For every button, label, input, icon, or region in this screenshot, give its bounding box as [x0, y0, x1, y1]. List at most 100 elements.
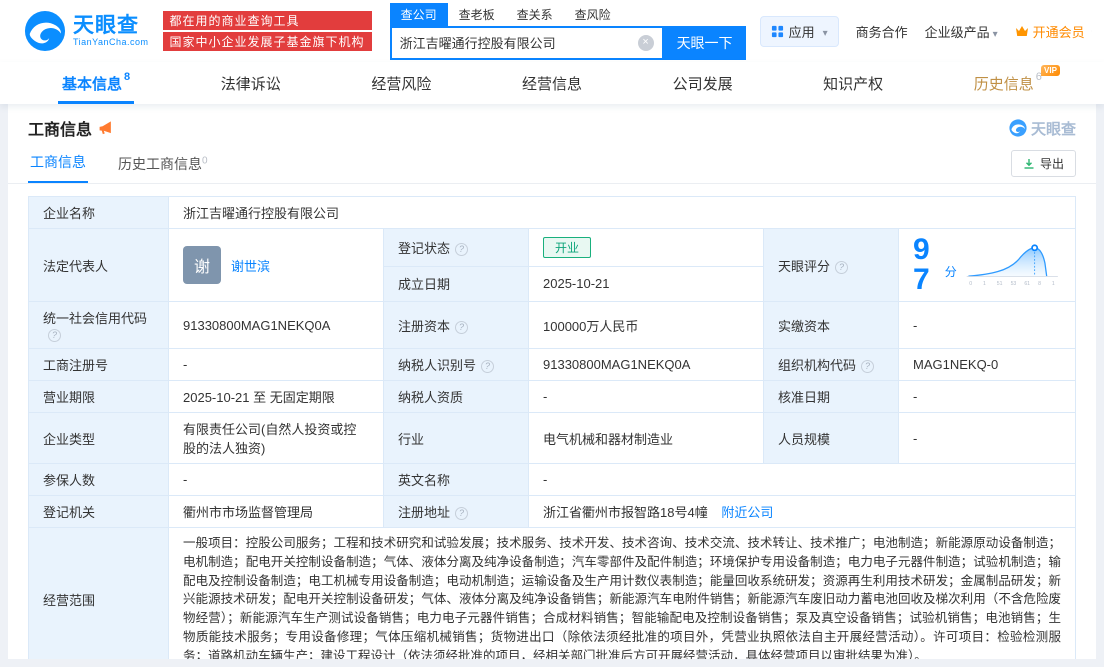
search-tab-company[interactable]: 查公司 — [389, 2, 448, 26]
info-icon[interactable] — [861, 360, 875, 373]
info-icon[interactable] — [455, 242, 469, 256]
field-value-staff-size: - — [898, 412, 1076, 464]
field-value-company-name: 浙江吉曜通行控股有限公司 — [168, 196, 1076, 229]
promo-line-2: 国家中小企业发展子基金旗下机构 — [162, 32, 372, 51]
field-value-business-scope: 一般项目：控股公司服务；工程和技术研究和试验发展；技术服务、技术开发、技术咨询、… — [168, 526, 1076, 659]
nav-business-cooperation[interactable]: 商务合作 — [856, 22, 908, 41]
field-label-reg-capital: 注册资本 — [383, 301, 529, 349]
company-section-tabs: 基本信息 8 法律诉讼 经营风险 经营信息 公司发展 知识产权 VIP 历史信息 6 — [0, 62, 1104, 104]
logo-subtitle: TianYanCha.com — [73, 37, 149, 48]
field-label-reg-status: 登记状态 — [383, 228, 529, 267]
legal-rep-name-link[interactable]: 谢世滨 — [231, 256, 270, 275]
legal-rep-avatar[interactable]: 谢 — [183, 246, 221, 284]
grid-icon — [771, 25, 783, 37]
apps-menu-label: 应用 — [788, 24, 815, 40]
vip-label: 开通会员 — [1032, 24, 1085, 40]
tab-operation-info[interactable]: 经营信息 — [522, 62, 582, 104]
tab-company-development[interactable]: 公司发展 — [673, 62, 733, 104]
business-info-table: 企业名称 浙江吉曜通行控股有限公司 法定代表人 谢 谢世滨 登记状态 开业 天眼… — [28, 196, 1076, 659]
tab-operation-label: 经营信息 — [521, 75, 582, 93]
search-button[interactable]: 天眼一下 — [663, 25, 746, 60]
chevron-down-icon — [1089, 24, 1092, 39]
tab-basic-info[interactable]: 基本信息 8 — [57, 62, 135, 104]
export-button[interactable]: 导出 — [1010, 150, 1076, 177]
row-insured-count: 参保人数 - 英文名称 - — [28, 463, 1076, 496]
status-badge: 开业 — [543, 236, 592, 258]
nav-enterprise-products[interactable]: 企业级产品 — [925, 22, 998, 41]
tab-history-count: 6 — [1035, 71, 1042, 83]
nav-upgrade-vip[interactable]: 开通会员 — [1015, 22, 1092, 41]
svg-text:1: 1 — [1052, 281, 1055, 287]
info-icon[interactable] — [455, 320, 469, 334]
search-row: 天眼一下 — [389, 25, 746, 60]
tab-history-info[interactable]: VIP 历史信息 6 — [974, 62, 1060, 104]
field-value-company-type: 有限责任公司(自然人投资或控股的法人独资) — [168, 412, 384, 464]
site-logo[interactable]: 天眼查 TianYanCha.com — [24, 10, 149, 52]
field-value-approval-date: - — [898, 380, 1076, 413]
vip-badge: VIP — [1041, 65, 1060, 76]
search-input[interactable] — [391, 35, 638, 50]
search-tab-relation[interactable]: 查关系 — [506, 3, 564, 26]
field-label-approval-date: 核准日期 — [763, 380, 899, 413]
info-icon[interactable] — [48, 329, 61, 342]
row-company-type: 企业类型 有限责任公司(自然人投资或控股的法人独资) 行业 电气机械和器材制造业… — [28, 412, 1076, 464]
search-tab-boss[interactable]: 查老板 — [448, 3, 506, 26]
field-value-english-name: - — [528, 463, 1076, 496]
field-value-reg-status: 开业 — [528, 228, 764, 267]
field-label-business-scope: 经营范围 — [28, 526, 169, 659]
subtab-current-info[interactable]: 工商信息 — [28, 146, 88, 183]
header-right-nav: 应用 商务合作 企业级产品 开通会员 超级 — [759, 15, 1092, 47]
field-value-taxpayer-id: 91330800MAG1NEKQ0A — [528, 348, 764, 381]
search-area: 查公司 查老板 查关系 查风险 天眼一下 — [389, 2, 746, 60]
score-value: 97 — [913, 233, 930, 296]
search-tabs: 查公司 查老板 查关系 查风险 — [389, 2, 746, 26]
tab-legal-proceedings[interactable]: 法律诉讼 — [221, 62, 281, 104]
field-label-taxpayer-id: 纳税人识别号 — [383, 348, 529, 381]
field-value-reg-number: - — [168, 348, 384, 381]
tab-risk-label: 经营风险 — [371, 75, 432, 93]
tab-basic-info-count: 8 — [124, 71, 131, 83]
field-value-reg-address: 浙江省衢州市报智路18号4幢 附近公司 — [528, 495, 1076, 528]
promo-banner: 都在用的商业查询工具 国家中小企业发展子基金旗下机构 — [162, 9, 372, 53]
field-label-establish-date: 成立日期 — [383, 265, 529, 303]
apps-menu[interactable]: 应用 — [759, 15, 839, 47]
info-icon[interactable] — [455, 507, 469, 520]
svg-text:1: 1 — [983, 281, 986, 287]
field-label-taxpayer-quality: 纳税人资质 — [383, 380, 529, 413]
tab-development-label: 公司发展 — [672, 75, 733, 93]
search-input-wrap — [389, 25, 664, 60]
tab-intellectual-property[interactable]: 知识产权 — [823, 62, 883, 104]
row-legal-rep: 法定代表人 谢 谢世滨 登记状态 开业 天眼评分 97 分 — [28, 228, 1076, 302]
svg-text:8: 8 — [1038, 281, 1041, 287]
row-reg-number: 工商注册号 - 纳税人识别号 91330800MAG1NEKQ0A 组织机构代码… — [28, 348, 1076, 381]
reg-address-text: 浙江省衢州市报智路18号4幢 — [543, 505, 708, 520]
business-info-card: 工商信息 天眼查 工商信息 历史工商信息0 导出 企业名称 浙江吉曜通行控股有限… — [8, 104, 1096, 659]
nearby-companies-link[interactable]: 附近公司 — [721, 505, 773, 520]
score-label-text: 天眼评分 — [778, 258, 831, 274]
org-code-label-text: 组织机构代码 — [778, 358, 857, 373]
field-label-industry: 行业 — [383, 412, 529, 464]
subtab-history-count: 0 — [202, 155, 208, 167]
logo-title: 天眼查 — [73, 13, 139, 37]
field-label-reg-number: 工商注册号 — [28, 348, 169, 381]
info-icon[interactable] — [481, 360, 495, 373]
export-label: 导出 — [1039, 157, 1064, 171]
tab-operation-risk[interactable]: 经营风险 — [371, 62, 431, 104]
tab-ip-label: 知识产权 — [823, 75, 884, 93]
search-tab-risk[interactable]: 查风险 — [564, 3, 622, 26]
svg-text:0: 0 — [969, 281, 972, 287]
row-credit-code: 统一社会信用代码 91330800MAG1NEKQ0A 注册资本 100000万… — [28, 301, 1076, 349]
subtabs: 工商信息 历史工商信息0 导出 — [8, 144, 1096, 184]
tianyancha-logo-icon — [24, 10, 66, 52]
field-label-company-name: 企业名称 — [28, 196, 169, 229]
field-label-score: 天眼评分 — [763, 228, 899, 302]
field-label-reg-authority: 登记机关 — [28, 495, 169, 528]
info-icon[interactable] — [835, 260, 849, 274]
subtab-history-info[interactable]: 历史工商信息0 — [116, 148, 210, 183]
card-header: 工商信息 天眼查 — [8, 104, 1096, 144]
field-value-reg-capital: 100000万人民币 — [528, 301, 764, 349]
clear-icon[interactable] — [637, 34, 654, 51]
page-content: 工商信息 天眼查 工商信息 历史工商信息0 导出 企业名称 浙江吉曜通行控股有限… — [0, 104, 1104, 667]
nav-enterprise-label: 企业级产品 — [924, 24, 990, 40]
score-display: 97 分 0 1 51 53 61 8 1 — [913, 235, 1061, 295]
